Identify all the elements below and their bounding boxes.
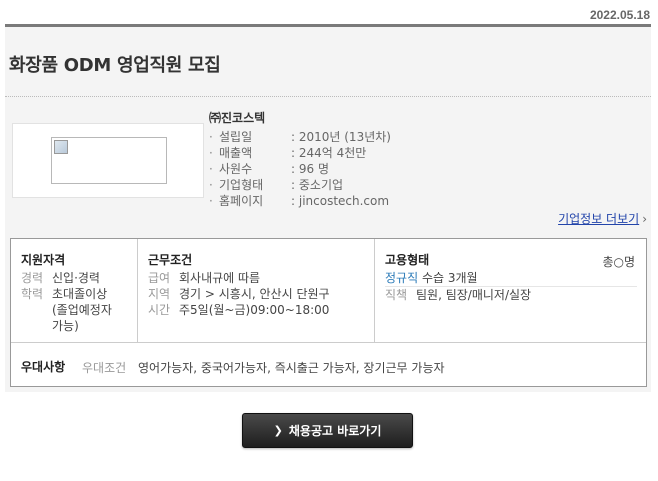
qualification-heading: 지원자격 [21,253,66,267]
qualification-section: 지원자격 경력 신입·경력 학력 초대졸이상 (졸업예정자 가능) [11,239,138,342]
preference-section: 우대사항 우대조건 영어가능자, 중국어가능자, 즉시출근 가능자, 장기근무 … [11,342,646,386]
work-time-row: 시간 주5일(월~금)09:00~18:00 [148,303,330,317]
company-logo-image [51,137,167,184]
broken-image-icon [54,140,68,154]
education-row: 학력 초대졸이상 (졸업예정자 가능) [21,287,112,333]
salary-row: 급여 회사내규에 따름 [148,271,261,285]
bullet-icon: · [209,130,213,144]
apply-posting-button[interactable]: ❯ 채용공고 바로가기 [242,413,413,448]
position-row: 직책 팀원, 팀장/매니저/실장 [385,288,532,302]
preference-value: 영어가능자, 중국어가능자, 즉시출근 가능자, 장기근무 가능자 [138,361,445,375]
bullet-icon: · [209,194,213,208]
bullet-icon: · [209,178,213,192]
chevron-right-icon: › [642,212,647,226]
employment-type-row: 정규직 수습 3개월 [385,271,478,285]
work-conditions-section: 근무조건 급여 회사내규에 따름 지역 경기 > 시흥시, 안산시 단원구 시간 주5… [138,239,375,342]
job-conditions-table: 지원자격 경력 신입·경력 학력 초대졸이상 (졸업예정자 가능) 근무조건 급여 회… [10,238,647,387]
bullet-icon: · [209,162,213,176]
chevron-right-icon: ❯ [273,424,283,437]
company-info-employees: · 사원수: 96 명 [209,162,329,176]
company-info-revenue: · 매출액: 244억 4천만 [209,146,367,160]
bullet-icon: · [209,146,213,160]
preference-key: 우대조건 [82,361,127,375]
company-info-list: · 설립일: 2010년 (13년차) · 매출액: 244억 4천만 · 사원수: … [209,129,391,209]
company-info-founded: · 설립일: 2010년 (13년차) [209,130,391,144]
company-info-homepage: · 홈페이지: jincostech.com [209,194,390,208]
work-conditions-heading: 근무조건 [148,253,193,267]
job-title: 화장품 ODM 영업직원 모집 [9,55,221,76]
employment-type: 정규직 [385,271,419,285]
career-row: 경력 신입·경력 [21,271,100,285]
company-name: ㈜진코스텍 [209,111,266,125]
region-row: 지역 경기 > 시흥시, 안산시 단원구 [148,287,330,301]
company-info-type: · 기업형태: 중소기업 [209,178,344,192]
headcount: 총○명 [602,255,635,269]
employment-section: 고용형태 총○명 정규직 수습 3개월 직책 팀원, 팀장/매니저/실장 [375,239,646,342]
employment-heading: 고용형태 [385,253,430,267]
company-info-more-link[interactable]: 기업정보 더보기 › [558,210,647,227]
company-logo-box [12,123,204,198]
title-divider [5,96,651,97]
posting-date: 2022.05.18 [589,8,650,22]
preference-heading: 우대사항 [21,360,66,374]
